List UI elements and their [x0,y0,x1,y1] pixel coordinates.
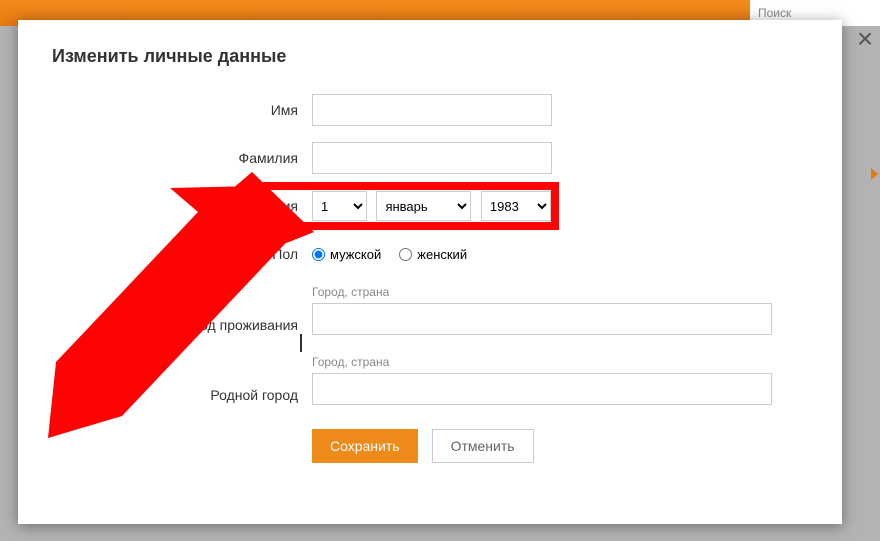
residence-caption: Город, страна [312,285,808,299]
label-name: Имя [52,102,312,118]
edit-personal-data-modal: Изменить личные данные Имя Фамилия Дата … [18,20,842,524]
modal-title: Изменить личные данные [52,46,808,67]
residence-input[interactable] [312,303,772,335]
close-icon[interactable]: × [852,28,878,54]
label-residence: Город проживания [52,317,312,341]
gender-female-radio[interactable] [399,248,412,261]
hometown-input[interactable] [312,373,772,405]
gender-male[interactable]: мужской [312,247,381,262]
dob-day-select[interactable]: 1 [312,191,367,221]
hometown-caption: Город, страна [312,355,808,369]
gender-male-label: мужской [330,247,381,262]
gender-male-radio[interactable] [312,248,325,261]
text-cursor [300,334,302,352]
cancel-button[interactable]: Отменить [432,429,534,463]
save-button[interactable]: Сохранить [312,429,418,463]
chevron-right-icon [871,168,878,180]
dob-year-select[interactable]: 1983 [481,191,551,221]
label-surname: Фамилия [52,150,312,166]
button-row: Сохранить Отменить [312,429,808,463]
row-surname: Фамилия [52,141,808,175]
surname-input[interactable] [312,142,552,174]
gender-radio-group: мужской женский [312,247,808,262]
label-gender: Пол [52,246,312,262]
row-name: Имя [52,93,808,127]
row-hometown: Родной город Город, страна [52,355,808,411]
name-input[interactable] [312,94,552,126]
row-dob: Дата рождения 1 январь 1983 [52,189,808,223]
label-dob: Дата рождения [52,198,312,214]
row-residence: Город проживания Город, страна [52,285,808,341]
dob-month-select[interactable]: январь [376,191,471,221]
label-hometown: Родной город [52,387,312,411]
search-placeholder: Поиск [758,6,791,20]
row-gender: Пол мужской женский [52,237,808,271]
gender-female-label: женский [417,247,467,262]
gender-female[interactable]: женский [399,247,467,262]
